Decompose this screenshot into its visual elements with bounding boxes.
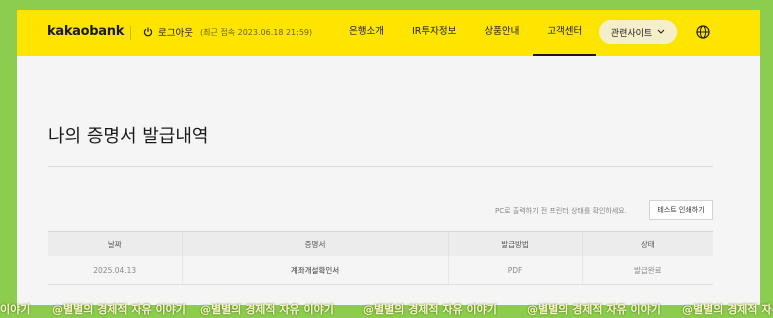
chevron-down-icon	[657, 27, 665, 37]
page-title: 나의 증명서 발급내역	[48, 126, 209, 147]
cell-date: 2025.04.13	[48, 256, 182, 285]
watermark-text: @별별의 경제적 자유 이야기	[527, 303, 661, 316]
power-icon[interactable]	[143, 27, 153, 37]
certificate-table: 날짜 증명서 발급방법 상태 2025.04.13 계좌개설확인서 PDF 발급…	[48, 231, 713, 285]
related-sites-dropdown[interactable]: 관련사이트	[599, 20, 677, 44]
globe-icon[interactable]	[696, 24, 710, 43]
watermark-text: 이야기	[0, 303, 31, 316]
last-login-time: (최근 접속 2023.06.18 21:59)	[199, 27, 313, 37]
nav-products[interactable]: 상품안내	[470, 10, 533, 56]
nav-customer-center[interactable]: 고객센터	[533, 10, 597, 56]
related-sites-label: 관련사이트	[610, 28, 653, 39]
title-divider	[48, 166, 713, 167]
top-header: kakaobank 로그아웃 (최근 접속 2023.06.18 21:59) …	[17, 10, 760, 56]
nav-bank-intro[interactable]: 은행소개	[335, 10, 398, 56]
col-status: 상태	[581, 231, 713, 256]
col-method: 발급방법	[447, 231, 582, 256]
watermark-text: @별별의 경제적 자유 이야기	[200, 303, 334, 316]
test-print-button[interactable]: 테스트 인쇄하기	[649, 200, 713, 220]
cell-status: 발급완료	[581, 256, 713, 285]
table-header-row: 날짜 증명서 발급방법 상태	[48, 231, 713, 256]
table-row: 2025.04.13 계좌개설확인서 PDF 발급완료	[48, 256, 713, 285]
col-date: 날짜	[48, 231, 182, 256]
watermark-strip: 이야기 @별별의 경제적 자유 이야기 @별별의 경제적 자유 이야기 @별별의…	[0, 301, 773, 318]
kakaobank-logo[interactable]: kakaobank	[47, 24, 124, 39]
cell-certificate[interactable]: 계좌개설확인서	[181, 256, 448, 285]
main-nav: 은행소개 IR투자정보 상품안내 고객센터	[335, 10, 597, 56]
col-certificate: 증명서	[181, 231, 448, 256]
browser-frame: kakaobank 로그아웃 (최근 접속 2023.06.18 21:59) …	[17, 10, 760, 305]
logout-area: 로그아웃 (최근 접속 2023.06.18 21:59)	[143, 25, 312, 39]
watermark-text: @별별의 경제적 자유 이야기	[52, 303, 186, 316]
cell-method: PDF	[447, 256, 582, 285]
watermark-text: @별별의 경제적 자유 이야기	[682, 303, 773, 316]
nav-ir[interactable]: IR투자정보	[398, 10, 470, 56]
watermark-text: @별별의 경제적 자유 이야기	[363, 303, 497, 316]
logout-link[interactable]: 로그아웃	[158, 25, 193, 39]
header-divider	[130, 26, 131, 40]
print-notice: PC로 출력하기 전 프린터 상태를 확인하세요.	[495, 207, 627, 215]
